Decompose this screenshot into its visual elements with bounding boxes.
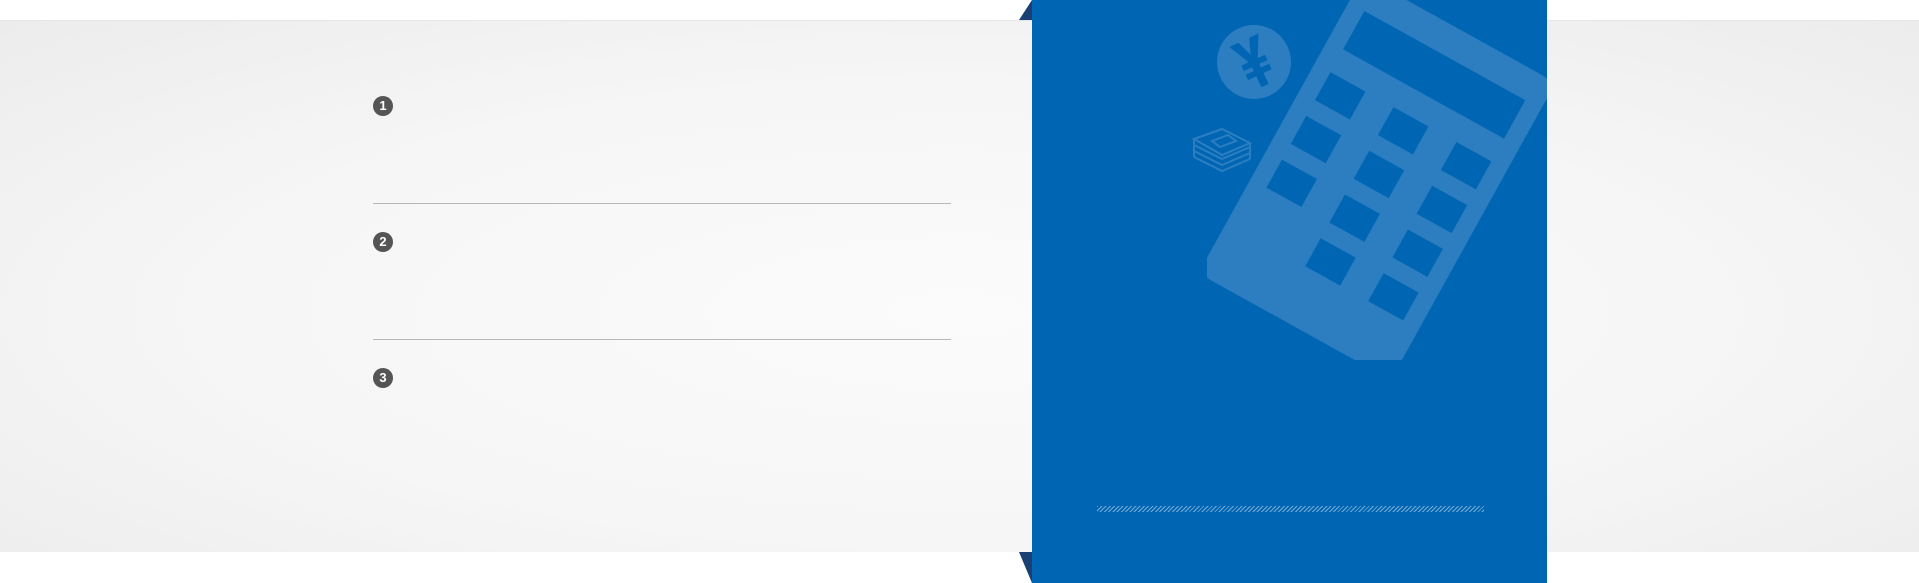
step-badge-2: 2 [373,232,393,252]
divider-1 [373,203,951,204]
calculator-icon [1207,0,1547,360]
panel-fold-bottom [1019,552,1032,583]
step-badge-1: 1 [373,96,393,116]
panel-fold-top [1019,0,1032,20]
hatched-rule [1097,506,1484,512]
blue-panel [1032,0,1547,583]
background-band [0,20,1919,552]
divider-2 [373,339,951,340]
step-badge-3: 3 [373,368,393,388]
